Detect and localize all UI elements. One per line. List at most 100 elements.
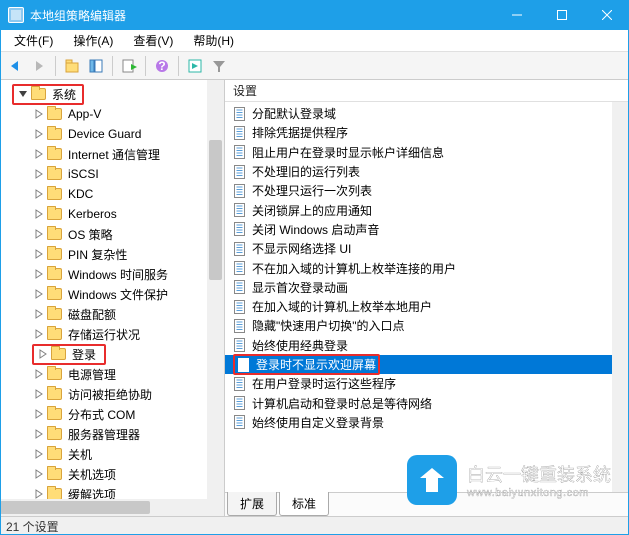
tree-item[interactable]: 电源管理: [28, 364, 224, 384]
chevron-right-icon[interactable]: [32, 308, 45, 321]
list-item-label: 关闭锁屏上的应用通知: [252, 202, 372, 219]
chevron-right-icon[interactable]: [32, 408, 45, 421]
menu-file[interactable]: 文件(F): [4, 30, 63, 52]
list-item[interactable]: 关闭 Windows 启动声音: [225, 220, 629, 239]
filter-button[interactable]: [208, 55, 230, 77]
tree-item[interactable]: 分布式 COM: [28, 404, 224, 424]
tree-item[interactable]: Kerberos: [28, 204, 224, 224]
list-item[interactable]: 在加入域的计算机上枚举本地用户: [225, 297, 629, 316]
minimize-button[interactable]: [494, 0, 539, 30]
chevron-right-icon[interactable]: [32, 388, 45, 401]
list-item[interactable]: 阻止用户在登录时显示帐户详细信息: [225, 143, 629, 162]
tree-item[interactable]: PIN 复杂性: [28, 244, 224, 264]
list-item[interactable]: 始终使用自定义登录背景: [225, 413, 629, 432]
list-item[interactable]: 隐藏"快速用户切换"的入口点: [225, 316, 629, 335]
list-item[interactable]: 始终使用经典登录: [225, 336, 629, 355]
tree-scrollbar-horizontal[interactable]: [0, 499, 207, 516]
tab-extended[interactable]: 扩展: [227, 492, 277, 516]
tree-item[interactable]: iSCSI: [28, 164, 224, 184]
tree-label: App-V: [66, 107, 103, 121]
tree-item[interactable]: 关机选项: [28, 464, 224, 484]
chevron-right-icon[interactable]: [32, 428, 45, 441]
list-item[interactable]: 不在加入域的计算机上枚举连接的用户: [225, 258, 629, 277]
chevron-right-icon[interactable]: [36, 348, 49, 361]
list-item-label: 隐藏"快速用户切换"的入口点: [252, 317, 405, 334]
policy-icon: [233, 126, 247, 140]
menu-help[interactable]: 帮助(H): [183, 30, 244, 52]
list-item[interactable]: 不处理旧的运行列表: [225, 162, 629, 181]
separator: [112, 56, 113, 76]
list-item[interactable]: 登录时不显示欢迎屏幕: [225, 355, 629, 374]
all-settings-button[interactable]: [184, 55, 206, 77]
tree-scrollbar-vertical[interactable]: [207, 80, 224, 499]
tree-item[interactable]: 服务器管理器: [28, 424, 224, 444]
tree-item[interactable]: Device Guard: [28, 124, 224, 144]
chevron-right-icon[interactable]: [32, 248, 45, 261]
svg-text:?: ?: [158, 59, 165, 73]
list-header[interactable]: 设置: [225, 80, 629, 102]
list-item-label: 在加入域的计算机上枚举本地用户: [252, 298, 432, 315]
tree-item[interactable]: Internet 通信管理: [28, 144, 224, 164]
chevron-right-icon[interactable]: [32, 228, 45, 241]
menu-view[interactable]: 查看(V): [123, 30, 183, 52]
show-tree-button[interactable]: [85, 55, 107, 77]
chevron-right-icon[interactable]: [32, 328, 45, 341]
tree-item[interactable]: 存储运行状况: [28, 324, 224, 344]
menu-action[interactable]: 操作(A): [63, 30, 123, 52]
tree-item[interactable]: Windows 文件保护: [28, 284, 224, 304]
list-item[interactable]: 显示首次登录动画: [225, 278, 629, 297]
folder-icon: [47, 128, 62, 140]
up-button[interactable]: [61, 55, 83, 77]
tree-item[interactable]: 访问被拒绝协助: [28, 384, 224, 404]
tree-item[interactable]: 关机: [28, 444, 224, 464]
tree-item[interactable]: KDC: [28, 184, 224, 204]
tree-label: 关机选项: [66, 466, 118, 483]
close-button[interactable]: [584, 0, 629, 30]
chevron-down-icon[interactable]: [16, 88, 29, 101]
policy-icon: [233, 415, 247, 429]
list-item-label: 阻止用户在登录时显示帐户详细信息: [252, 144, 444, 161]
tree-label: Windows 时间服务: [66, 266, 170, 283]
chevron-right-icon[interactable]: [32, 108, 45, 121]
chevron-right-icon[interactable]: [32, 168, 45, 181]
back-button[interactable]: [4, 55, 26, 77]
list-item[interactable]: 分配默认登录域: [225, 104, 629, 123]
list-item-label: 显示首次登录动画: [252, 279, 348, 296]
policy-icon: [233, 165, 247, 179]
list-scrollbar-vertical[interactable]: [612, 102, 629, 492]
tree-item[interactable]: Windows 时间服务: [28, 264, 224, 284]
chevron-right-icon[interactable]: [32, 268, 45, 281]
chevron-right-icon[interactable]: [32, 188, 45, 201]
list-item-label: 计算机启动和登录时总是等待网络: [252, 395, 432, 412]
policy-icon: [233, 300, 247, 314]
chevron-right-icon[interactable]: [32, 448, 45, 461]
maximize-button[interactable]: [539, 0, 584, 30]
status-text: 21 个设置: [6, 518, 59, 535]
tree-item[interactable]: App-V: [28, 104, 224, 124]
help-button[interactable]: ?: [151, 55, 173, 77]
tab-standard[interactable]: 标准: [279, 492, 329, 516]
forward-button[interactable]: [28, 55, 50, 77]
separator: [55, 56, 56, 76]
list-body: 分配默认登录域排除凭据提供程序阻止用户在登录时显示帐户详细信息不处理旧的运行列表…: [225, 102, 629, 492]
folder-icon: [47, 448, 62, 460]
list-item[interactable]: 不处理只运行一次列表: [225, 181, 629, 200]
chevron-right-icon[interactable]: [32, 128, 45, 141]
tree-item[interactable]: 磁盘配额: [28, 304, 224, 324]
list-item[interactable]: 不显示网络选择 UI: [225, 239, 629, 258]
tree-label: PIN 复杂性: [66, 246, 129, 263]
column-header-setting[interactable]: 设置: [233, 82, 257, 99]
chevron-right-icon[interactable]: [32, 208, 45, 221]
export-button[interactable]: [118, 55, 140, 77]
list-item[interactable]: 关闭锁屏上的应用通知: [225, 200, 629, 219]
chevron-right-icon[interactable]: [32, 368, 45, 381]
tree-item[interactable]: 登录: [28, 344, 224, 364]
tree-item-root[interactable]: 系统: [8, 84, 224, 104]
tree-item[interactable]: OS 策略: [28, 224, 224, 244]
list-item[interactable]: 计算机启动和登录时总是等待网络: [225, 393, 629, 412]
list-item[interactable]: 排除凭据提供程序: [225, 123, 629, 142]
chevron-right-icon[interactable]: [32, 468, 45, 481]
list-item[interactable]: 在用户登录时运行这些程序: [225, 374, 629, 393]
chevron-right-icon[interactable]: [32, 288, 45, 301]
chevron-right-icon[interactable]: [32, 148, 45, 161]
